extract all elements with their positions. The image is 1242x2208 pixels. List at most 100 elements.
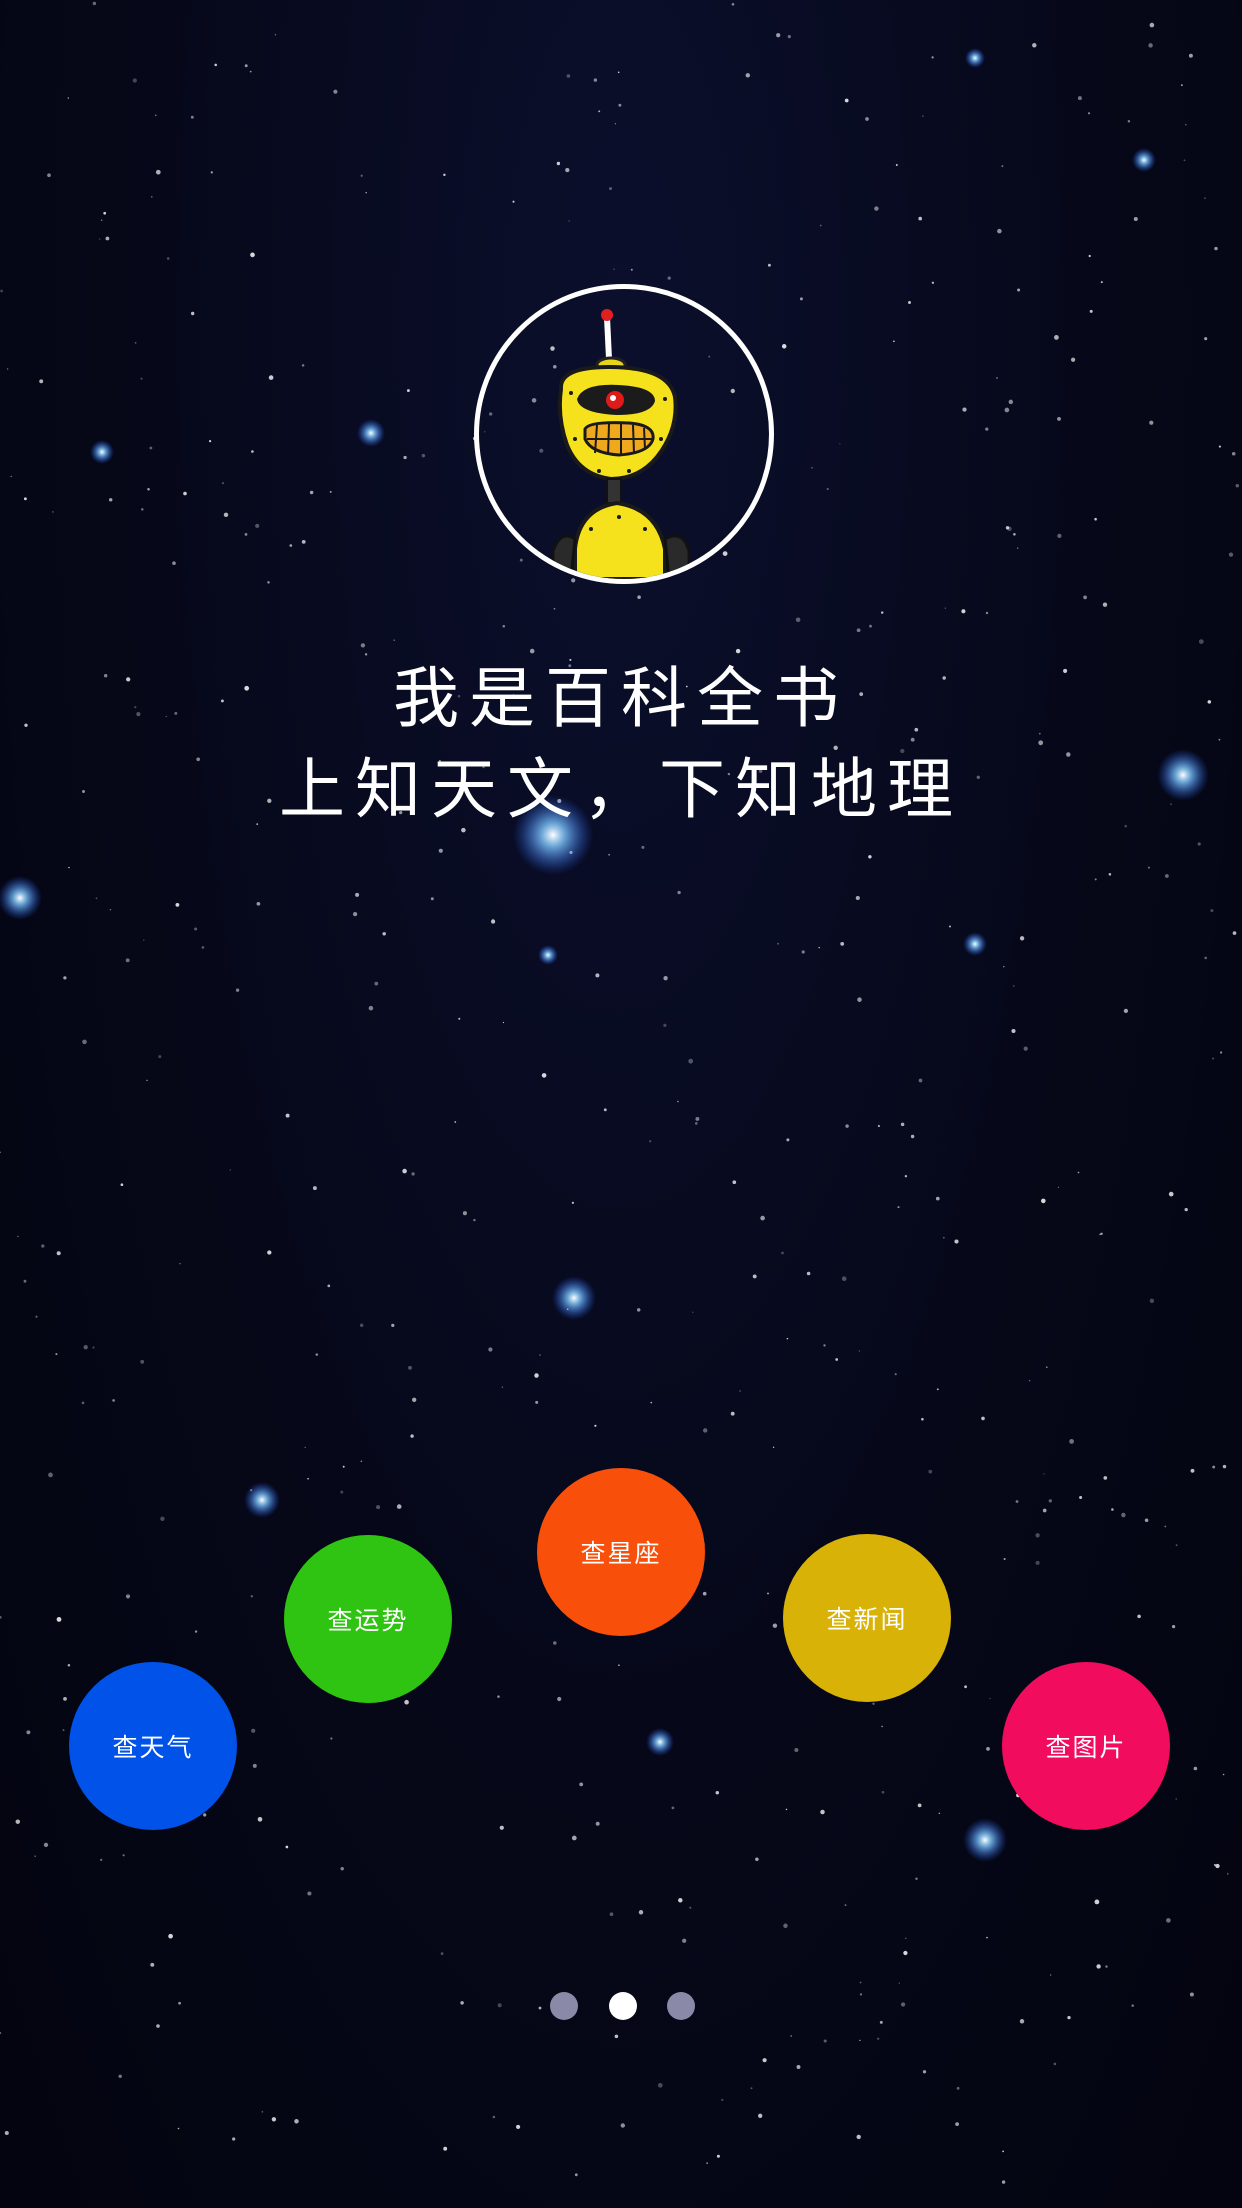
- star: [638, 1910, 644, 1915]
- splash-screen: 我是百科全书 上知天文，下知地理 查天气 查运势 查星座 查新闻 查图片: [0, 0, 1242, 2208]
- star: [908, 301, 911, 304]
- star: [408, 1365, 412, 1370]
- page-indicator: [0, 1992, 1242, 2020]
- star: [735, 648, 741, 654]
- star: [603, 1108, 607, 1112]
- star: [315, 1353, 319, 1356]
- star: [190, 115, 194, 119]
- star: [1019, 936, 1025, 941]
- star: [781, 344, 787, 349]
- star: [855, 895, 860, 901]
- fortune-button[interactable]: 查运势: [284, 1535, 452, 1703]
- star: [790, 2035, 792, 2037]
- star: [229, 1169, 231, 1171]
- star: [796, 2065, 801, 2069]
- star: [257, 1816, 263, 1822]
- star: [34, 1855, 36, 1857]
- star: [1215, 1863, 1220, 1869]
- star: [609, 1912, 614, 1917]
- star: [105, 236, 110, 241]
- page-dot-3[interactable]: [667, 1992, 695, 2020]
- images-button[interactable]: 查图片: [1002, 1662, 1170, 1830]
- star: [1017, 288, 1021, 292]
- headline-subtitle: 上知天文，下知地理: [279, 751, 963, 828]
- star: [921, 1417, 924, 1421]
- star: [618, 1664, 620, 1666]
- star: [1012, 985, 1015, 987]
- star: [1204, 197, 1206, 199]
- star: [365, 191, 367, 194]
- page-dot-2[interactable]: [609, 1992, 637, 2020]
- glowing-star: [90, 440, 114, 464]
- glowing-star: [244, 1482, 280, 1518]
- star: [404, 1699, 409, 1705]
- star: [255, 523, 260, 528]
- star: [794, 1747, 799, 1753]
- star: [0, 1615, 2, 1619]
- star: [43, 1842, 49, 1848]
- star: [657, 2082, 663, 2088]
- glowing-star: [357, 419, 385, 447]
- star: [1144, 1518, 1149, 1522]
- star: [609, 187, 612, 191]
- weather-button[interactable]: 查天气: [69, 1662, 237, 1830]
- star: [1210, 909, 1214, 913]
- star: [1235, 484, 1240, 488]
- star: [1137, 1614, 1141, 1619]
- star: [695, 1116, 700, 1121]
- star: [256, 901, 261, 906]
- star: [833, 745, 838, 750]
- horoscope-button[interactable]: 查星座: [537, 1468, 705, 1636]
- star: [473, 1218, 476, 1222]
- star: [1077, 1171, 1080, 1174]
- star: [943, 1237, 945, 1239]
- star: [140, 1359, 145, 1364]
- star: [1043, 1473, 1045, 1475]
- star: [160, 1516, 165, 1522]
- star: [120, 1183, 124, 1187]
- star: [56, 1617, 62, 1622]
- star: [637, 595, 641, 599]
- star: [175, 903, 180, 907]
- star: [1053, 2062, 1057, 2066]
- avatar: [474, 284, 774, 584]
- star: [1002, 2150, 1004, 2153]
- star: [910, 737, 915, 742]
- page-dot-1[interactable]: [550, 1992, 578, 2020]
- star: [166, 257, 170, 260]
- star: [403, 455, 407, 460]
- star: [1023, 1046, 1028, 1051]
- star: [1042, 1508, 1047, 1513]
- star: [1193, 1766, 1198, 1771]
- weather-button-label: 查天气: [112, 1733, 194, 1762]
- star: [702, 1591, 707, 1596]
- star: [172, 561, 176, 565]
- star: [915, 1877, 918, 1881]
- news-button[interactable]: 查新闻: [783, 1534, 951, 1702]
- star: [492, 2115, 496, 2119]
- star: [1103, 1476, 1108, 1480]
- star: [1220, 1051, 1223, 1054]
- star: [368, 1005, 374, 1011]
- star: [402, 1168, 407, 1174]
- star: [63, 976, 67, 980]
- star: [109, 909, 112, 911]
- star: [68, 866, 70, 869]
- star: [1001, 165, 1004, 168]
- star: [894, 1373, 897, 1376]
- star: [1172, 1625, 1176, 1629]
- star: [1102, 602, 1108, 607]
- star: [23, 1279, 27, 1283]
- star: [360, 643, 366, 648]
- star: [1038, 732, 1041, 735]
- star: [95, 897, 98, 900]
- star: [954, 1239, 959, 1244]
- star: [1198, 639, 1204, 644]
- star: [865, 117, 869, 121]
- star: [497, 1695, 500, 1698]
- star: [535, 1400, 539, 1404]
- star: [6, 368, 9, 370]
- glowing-star: [963, 932, 987, 956]
- star: [772, 1446, 775, 1448]
- star: [412, 1397, 417, 1402]
